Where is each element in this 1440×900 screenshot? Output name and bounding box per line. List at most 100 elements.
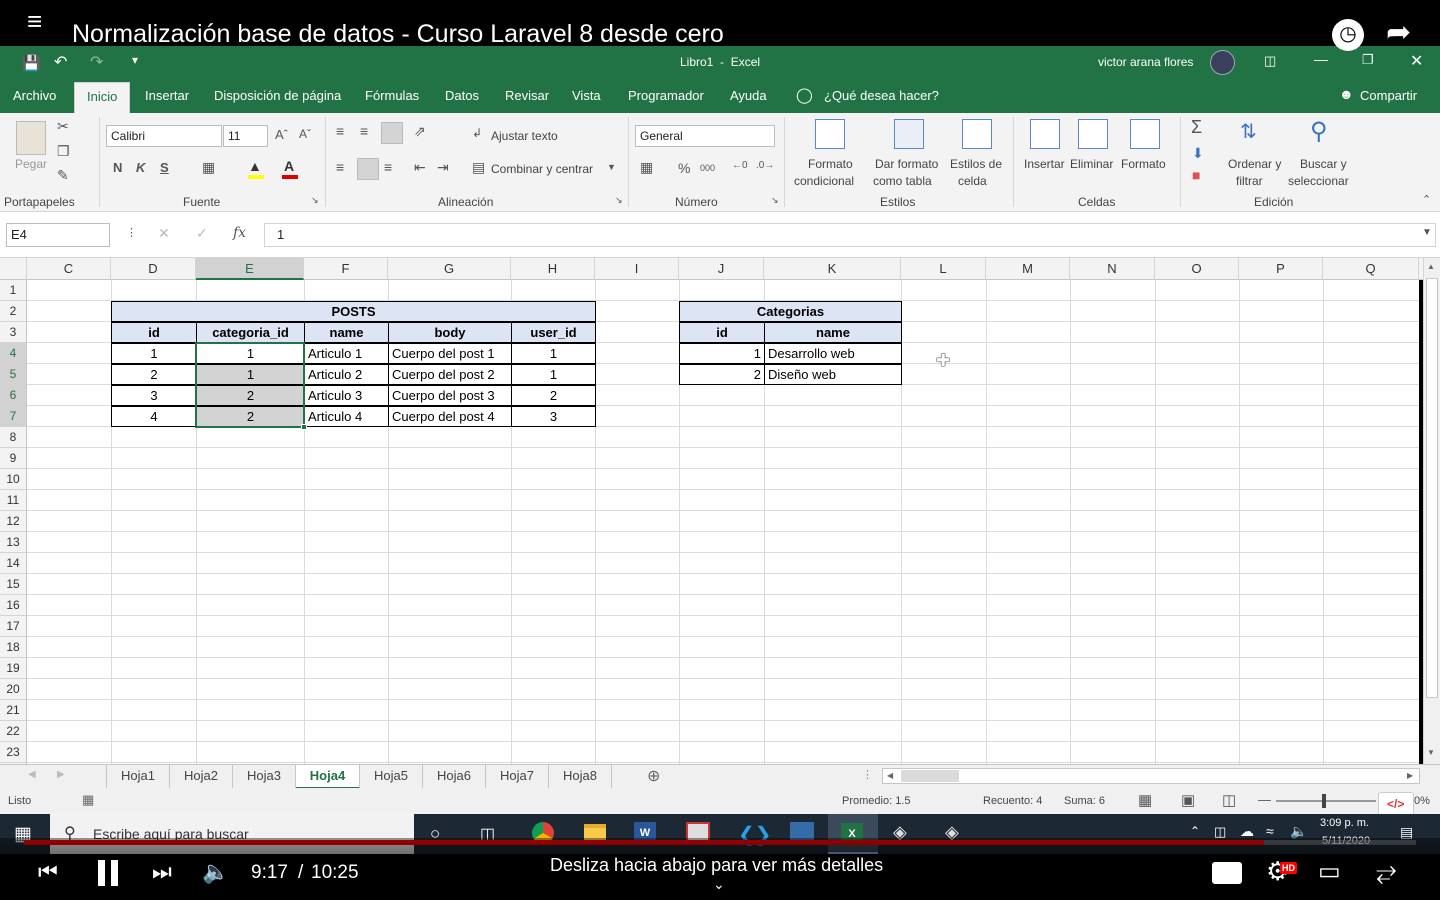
decrease-decimal-icon[interactable]: .0→	[756, 160, 774, 171]
row-header[interactable]: 10	[0, 469, 26, 490]
undo-icon[interactable]: ↶	[54, 52, 67, 72]
next-icon[interactable]: ⏭	[152, 860, 172, 884]
select-all[interactable]	[0, 258, 27, 280]
tab-formulas[interactable]: Fórmulas	[365, 88, 419, 103]
table-cell[interactable]: Articulo 3	[304, 385, 389, 406]
italic-button[interactable]: K	[136, 160, 145, 175]
col-header-o[interactable]: O	[1155, 258, 1239, 280]
function-button[interactable]: fx	[233, 225, 246, 241]
tab-programador[interactable]: Programador	[628, 88, 704, 103]
cancel-icon[interactable]: ✕	[158, 225, 170, 242]
table-cell[interactable]: 2	[111, 364, 197, 385]
cell-styles-line1[interactable]: Estilos de	[950, 157, 1002, 171]
number-dialog-icon[interactable]: ↘	[771, 195, 779, 206]
table-cell[interactable]: 1	[196, 343, 305, 364]
sort-filter-line2[interactable]: filtrar	[1236, 174, 1263, 188]
volume-icon[interactable]: 🔈	[202, 860, 229, 884]
insert-cells-button[interactable]: Insertar	[1024, 157, 1065, 171]
col-header-g[interactable]: G	[388, 258, 511, 280]
row-header[interactable]: 1	[0, 280, 26, 301]
redo-icon[interactable]: ↷	[90, 52, 103, 72]
row-header[interactable]: 8	[0, 427, 26, 448]
align-middle-icon[interactable]: ≡	[360, 123, 368, 139]
zoom-slider-thumb[interactable]	[1322, 794, 1326, 808]
previous-icon[interactable]: ⏮	[38, 860, 58, 884]
shrink-font-icon[interactable]: Aˇ	[299, 127, 311, 141]
zoom-out-icon[interactable]: —	[1258, 792, 1271, 807]
row-header[interactable]: 9	[0, 448, 26, 469]
col-header-l[interactable]: L	[901, 258, 986, 280]
table-cell[interactable]: 1	[511, 364, 596, 385]
playlist-icon[interactable]: ≡	[27, 8, 42, 34]
ribbon-display-icon[interactable]: ◫	[1264, 53, 1276, 69]
orientation-icon[interactable]: ⇗	[414, 123, 426, 140]
table-cell[interactable]: Cuerpo del post 4	[388, 406, 512, 427]
hscroll-thumb[interactable]	[901, 770, 959, 782]
delete-cells-button[interactable]: Eliminar	[1070, 157, 1113, 171]
align-top-icon[interactable]: ≡	[336, 123, 344, 139]
share-icon[interactable]: ➦	[1386, 16, 1411, 50]
save-icon[interactable]: 💾	[22, 54, 41, 72]
thousands-button[interactable]: 000	[700, 163, 715, 173]
row-header[interactable]: 23	[0, 742, 26, 763]
share-button[interactable]: Compartir	[1360, 88, 1417, 103]
customize-qat-icon[interactable]: ▾	[132, 53, 138, 67]
zoom-level[interactable]: 0%	[1414, 795, 1430, 807]
scroll-thumb[interactable]	[1426, 278, 1438, 698]
table-cell[interactable]: 1	[679, 343, 765, 364]
row-header[interactable]: 5	[0, 364, 26, 385]
table-cell[interactable]: Cuerpo del post 1	[388, 343, 512, 364]
zoom-slider[interactable]	[1276, 800, 1376, 802]
row-header[interactable]: 14	[0, 553, 26, 574]
increase-decimal-icon[interactable]: ←0	[732, 160, 748, 171]
find-select-line2[interactable]: seleccionar	[1288, 174, 1349, 188]
col-header-d[interactable]: D	[111, 258, 196, 280]
table-cell[interactable]: Cuerpo del post 2	[388, 364, 512, 385]
cell-styles-line2[interactable]: celda	[958, 174, 987, 188]
row-header[interactable]: 21	[0, 700, 26, 721]
table-header-cell[interactable]: id	[679, 322, 765, 343]
scroll-left-icon[interactable]: ◀	[887, 771, 893, 780]
percent-button[interactable]: %	[678, 160, 690, 176]
font-color-icon[interactable]: A	[284, 158, 294, 174]
fill-color-icon[interactable]: ▲	[248, 158, 262, 174]
tab-ayuda[interactable]: Ayuda	[730, 88, 767, 103]
add-sheet-icon[interactable]: ⊕	[647, 766, 660, 786]
borders-icon[interactable]: ▦	[202, 159, 215, 176]
sheet-tab-hoja5[interactable]: Hoja5	[360, 765, 423, 789]
format-painter-icon[interactable]: ✎	[57, 167, 69, 184]
table-cell[interactable]: Diseño web	[764, 364, 902, 385]
tab-revisar[interactable]: Revisar	[505, 88, 549, 103]
table-cell[interactable]: 2	[511, 385, 596, 406]
row-header[interactable]: 20	[0, 679, 26, 700]
wifi-icon[interactable]: ≈	[1266, 823, 1274, 839]
horizontal-scrollbar[interactable]: ◀ ▶	[882, 768, 1420, 784]
pause-icon[interactable]	[96, 860, 122, 886]
number-format-select[interactable]: General	[635, 125, 775, 147]
tab-datos[interactable]: Datos	[445, 88, 479, 103]
alignment-dialog-icon[interactable]: ↘	[615, 195, 623, 206]
cut-icon[interactable]: ✂	[57, 118, 69, 135]
col-header-j[interactable]: J	[679, 258, 764, 280]
sheet-tab-hoja7[interactable]: Hoja7	[486, 765, 549, 789]
video-title[interactable]: Normalización base de datos - Curso Lara…	[72, 20, 724, 49]
row-header[interactable]: 7	[0, 406, 26, 427]
scroll-right-icon[interactable]: ▶	[1407, 771, 1413, 780]
tray-chevron-icon[interactable]: ⌃	[1190, 824, 1200, 838]
categorias-title[interactable]: Categorias	[679, 301, 902, 322]
exit-fullscreen-icon[interactable]: ⥂	[1376, 856, 1397, 886]
tab-disposicion[interactable]: Disposición de página	[214, 88, 341, 103]
col-header-f[interactable]: F	[304, 258, 388, 280]
minimize-icon[interactable]: —	[1314, 51, 1328, 67]
close-icon[interactable]: ✕	[1410, 51, 1423, 71]
table-format-line1[interactable]: Dar formato	[875, 157, 938, 171]
row-header[interactable]: 3	[0, 322, 26, 343]
find-select-line1[interactable]: Buscar y	[1300, 157, 1347, 171]
sheet-tab-hoja4[interactable]: Hoja4	[296, 765, 360, 789]
decrease-indent-icon[interactable]: ⇤	[414, 159, 426, 176]
sheet-tab-hoja3[interactable]: Hoja3	[233, 765, 296, 789]
page-break-icon[interactable]: ◫	[1222, 791, 1236, 809]
font-name-select[interactable]: Calibri	[106, 125, 222, 147]
row-header[interactable]: 15	[0, 574, 26, 595]
cast-icon[interactable]: ▭	[1318, 858, 1341, 886]
